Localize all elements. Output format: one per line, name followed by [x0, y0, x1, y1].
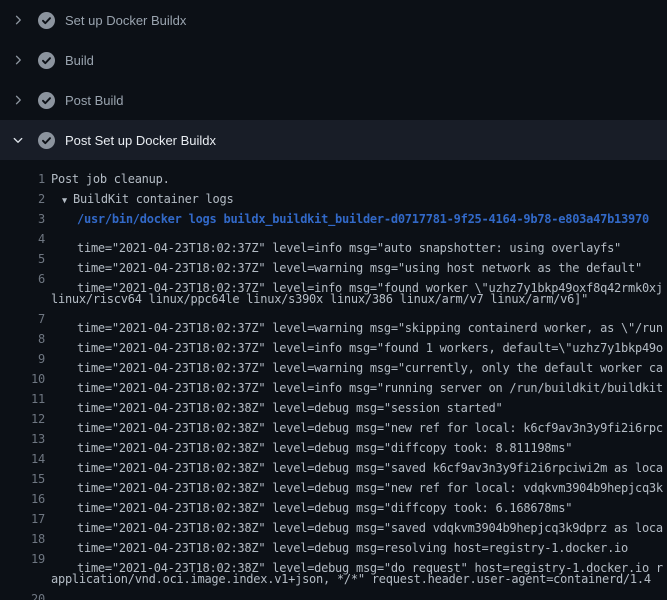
log-line: 3/usr/bin/docker logs buildx_buildkit_bu… — [0, 209, 667, 229]
log-line: 14 time="2021-04-23T18:02:38Z" level=debu… — [0, 449, 667, 469]
log-line: 17 time="2021-04-23T18:02:38Z" level=debu… — [0, 509, 667, 529]
step-header-post-set-up-docker-buildx[interactable]: Post Set up Docker Buildx — [0, 120, 667, 160]
log-text: time="2021-04-23T18:02:38Z" level=debug … — [77, 549, 663, 569]
log-line: 13 time="2021-04-23T18:02:38Z" level=debu… — [0, 429, 667, 449]
log-line: 18 time="2021-04-23T18:02:38Z" level=debu… — [0, 529, 667, 549]
line-number[interactable]: 8 — [0, 329, 45, 349]
line-number[interactable]: 12 — [0, 409, 45, 429]
line-number[interactable]: 7 — [0, 309, 45, 329]
log-line: 6 time="2021-04-23T18:02:37Z" level=info … — [0, 269, 667, 289]
step-header-build[interactable]: Build — [0, 40, 667, 80]
log-text: time="2021-04-23T18:02:38Z" level=debug … — [77, 529, 628, 549]
step-list: Set up Docker Buildx Build Post Build Post … — [0, 0, 667, 600]
check-circle-icon — [38, 92, 55, 109]
log-line: 1 Post job cleanup. — [0, 169, 667, 189]
log-text: time="2021-04-23T18:02:38Z" level=debug … — [77, 409, 663, 429]
command-text: /usr/bin/docker logs buildx_buildkit_bui… — [77, 209, 649, 229]
line-number[interactable]: 5 — [0, 249, 45, 269]
log-text: application/vnd.oci.image.index.v1+json,… — [51, 569, 651, 589]
group-collapse-marker-icon[interactable]: ▼ — [62, 191, 73, 211]
log-text: time="2021-04-23T18:02:38Z" level=debug … — [77, 509, 663, 529]
log-line: 2 ▼BuildKit container logs — [0, 189, 667, 209]
log-group-title[interactable]: ▼BuildKit container logs — [62, 189, 233, 209]
log-line: 20 time="2021-04-23T18:02:38Z" level=debu… — [0, 589, 667, 600]
line-number[interactable]: 20 — [0, 589, 45, 600]
chevron-right-icon[interactable] — [12, 14, 24, 26]
log-line: application/vnd.oci.image.index.v1+json,… — [0, 569, 667, 589]
line-number[interactable] — [0, 569, 45, 589]
step-label: Post Set up Docker Buildx — [65, 133, 216, 148]
line-number[interactable]: 15 — [0, 469, 45, 489]
chevron-down-icon[interactable] — [12, 134, 24, 146]
chevron-right-icon[interactable] — [12, 94, 24, 106]
log-text: time="2021-04-23T18:02:37Z" level=info m… — [77, 269, 663, 289]
line-number[interactable]: 14 — [0, 449, 45, 469]
line-number[interactable]: 9 — [0, 349, 45, 369]
step-label: Build — [65, 53, 94, 68]
log-lines: 1 Post job cleanup. 2 ▼BuildKit container l… — [0, 160, 667, 600]
log-line: 9 time="2021-04-23T18:02:37Z" level=warni… — [0, 349, 667, 369]
log-text: linux/riscv64 linux/ppc64le linux/s390x … — [51, 289, 588, 309]
log-text: time="2021-04-23T18:02:37Z" level=warnin… — [77, 349, 663, 369]
step-header-set-up-docker-buildx[interactable]: Set up Docker Buildx — [0, 0, 667, 40]
line-number[interactable]: 10 — [0, 369, 45, 389]
line-number[interactable]: 4 — [0, 229, 45, 249]
log-line: 5 time="2021-04-23T18:02:37Z" level=warni… — [0, 249, 667, 269]
log-text: time="2021-04-23T18:02:37Z" level=warnin… — [77, 309, 663, 329]
log-text: time="2021-04-23T18:02:38Z" level=debug … — [77, 449, 663, 469]
line-number[interactable]: 18 — [0, 529, 45, 549]
log-text: time="2021-04-23T18:02:38Z" level=debug … — [77, 429, 572, 449]
check-circle-icon — [38, 52, 55, 69]
log-line: 12 time="2021-04-23T18:02:38Z" level=debu… — [0, 409, 667, 429]
chevron-right-icon[interactable] — [12, 54, 24, 66]
log-line: 10 time="2021-04-23T18:02:37Z" level=info… — [0, 369, 667, 389]
line-number[interactable]: 1 — [0, 169, 45, 189]
log-text: time="2021-04-23T18:02:38Z" level=debug … — [77, 489, 572, 509]
log-line: 8 time="2021-04-23T18:02:37Z" level=info … — [0, 329, 667, 349]
job-log-viewer: Set up Docker Buildx Build Post Build Post … — [0, 0, 667, 600]
log-text: time="2021-04-23T18:02:37Z" level=info m… — [77, 329, 663, 349]
log-line: 16 time="2021-04-23T18:02:38Z" level=debu… — [0, 489, 667, 509]
log-text: time="2021-04-23T18:02:38Z" level=debug … — [77, 389, 502, 409]
check-circle-icon — [38, 12, 55, 29]
log-line: linux/riscv64 linux/ppc64le linux/s390x … — [0, 289, 667, 309]
log-text: time="2021-04-23T18:02:37Z" level=info m… — [77, 229, 621, 249]
line-number[interactable]: 11 — [0, 389, 45, 409]
log-line: 15 time="2021-04-23T18:02:38Z" level=debu… — [0, 469, 667, 489]
log-line: 4 time="2021-04-23T18:02:37Z" level=info … — [0, 229, 667, 249]
log-group-label: BuildKit container logs — [73, 192, 233, 206]
log-text: Post job cleanup. — [51, 169, 170, 189]
line-number[interactable]: 2 — [0, 189, 45, 209]
line-number[interactable]: 16 — [0, 489, 45, 509]
line-number[interactable]: 17 — [0, 509, 45, 529]
log-line: 7 time="2021-04-23T18:02:37Z" level=warni… — [0, 309, 667, 329]
log-line: 19 time="2021-04-23T18:02:38Z" level=debu… — [0, 549, 667, 569]
line-number[interactable]: 19 — [0, 549, 45, 569]
log-text: time="2021-04-23T18:02:38Z" level=debug … — [77, 469, 663, 489]
line-number[interactable]: 6 — [0, 269, 45, 289]
log-text: time="2021-04-23T18:02:37Z" level=info m… — [77, 369, 663, 389]
line-number[interactable] — [0, 289, 45, 309]
line-number[interactable]: 3 — [0, 209, 45, 229]
step-label: Post Build — [65, 93, 124, 108]
check-circle-icon — [38, 132, 55, 149]
step-label: Set up Docker Buildx — [65, 13, 186, 28]
log-text: time="2021-04-23T18:02:37Z" level=warnin… — [77, 249, 642, 269]
log-text: time="2021-04-23T18:02:38Z" level=debug … — [77, 589, 663, 600]
line-number[interactable]: 13 — [0, 429, 45, 449]
step-header-post-build[interactable]: Post Build — [0, 80, 667, 120]
